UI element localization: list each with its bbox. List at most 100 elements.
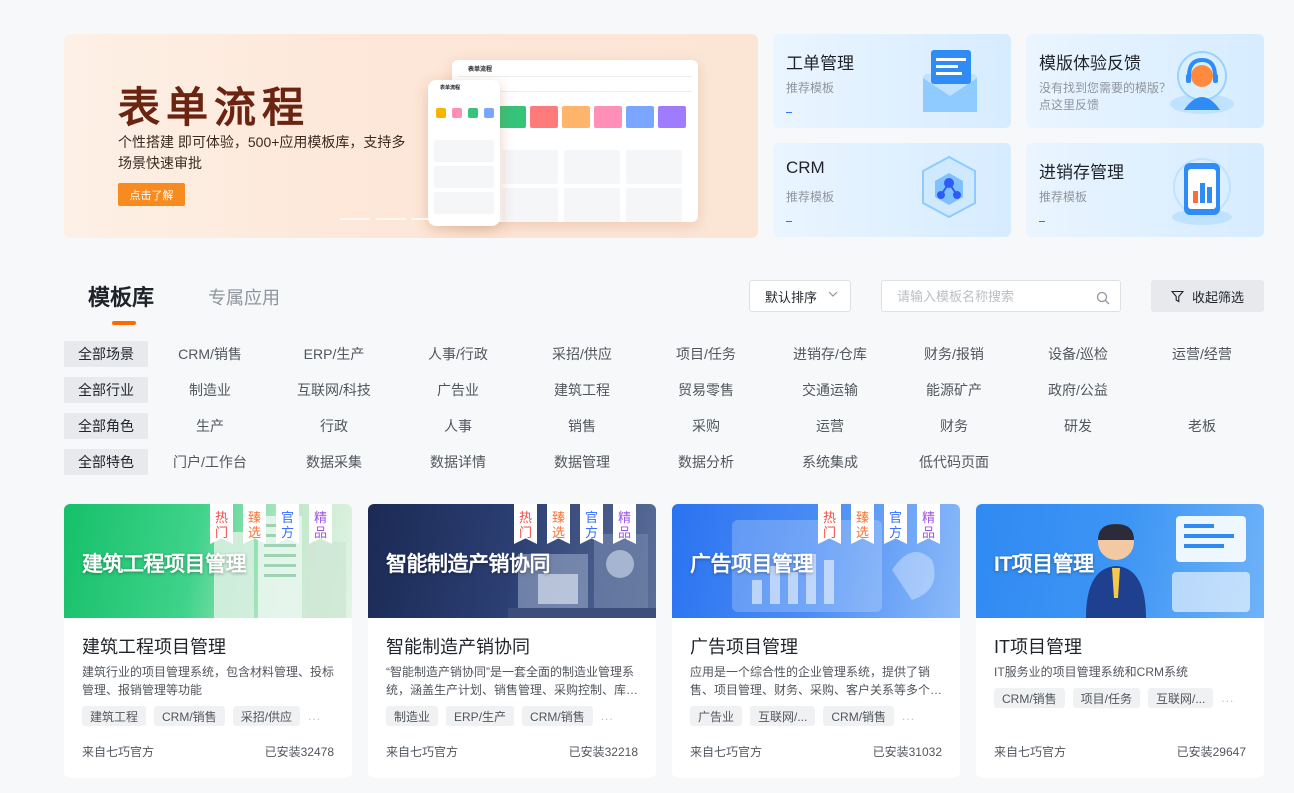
badge-hot: 热门 <box>514 504 537 544</box>
template-tag[interactable]: CRM/销售 <box>154 706 225 726</box>
template-source: 来自七巧官方 <box>690 745 763 759</box>
template-thumbnail-title: 广告项目管理 <box>690 553 814 576</box>
tab-exclusive-apps[interactable]: 专属应用 <box>208 284 280 310</box>
filter-option[interactable]: 数据管理 <box>520 452 644 472</box>
filter-all-roles[interactable]: 全部角色 <box>64 413 148 439</box>
filter-option[interactable]: 交通运输 <box>768 380 892 400</box>
feature-card-template-feedback[interactable]: 模版体验反馈 没有找到您需要的模版？点这里反馈 <box>1026 34 1264 128</box>
filter-option[interactable]: 运营/经营 <box>1140 344 1264 364</box>
filter-option[interactable]: 数据分析 <box>644 452 768 472</box>
filter-option[interactable]: 人事 <box>396 416 520 436</box>
filter-option[interactable]: 生产 <box>148 416 272 436</box>
filter-option[interactable]: 系统集成 <box>768 452 892 472</box>
sort-dropdown[interactable]: 默认排序 <box>749 280 851 312</box>
filter-option[interactable]: 运营 <box>768 416 892 436</box>
template-thumbnail-title: 建筑工程项目管理 <box>82 553 247 576</box>
badge-selected: 臻选 <box>851 504 874 544</box>
feature-card-inventory[interactable]: 进销存管理 推荐模板 <box>1026 143 1264 237</box>
badge-premium: 精品 <box>309 504 332 544</box>
feature-card-crm[interactable]: CRM 推荐模板 <box>773 143 1011 237</box>
filter-option[interactable]: 广告业 <box>396 380 520 400</box>
feature-card-title: 模版体验反馈 <box>1039 54 1141 73</box>
filter-row-role: 全部角色 生产 行政 人事 销售 采购 运营 财务 研发 老板 <box>64 413 1216 439</box>
envelope-card-icon <box>923 50 977 112</box>
filter-all-features[interactable]: 全部特色 <box>64 449 148 475</box>
template-description: “智能制造产销协同”是一套全面的制造业管理系统，涵盖生产计划、销售管理、采购控制… <box>386 665 639 697</box>
filter-option[interactable]: 进销存/仓库 <box>768 344 892 364</box>
feature-card-subtitle: 没有找到您需要的模版？点这里反馈 <box>1039 81 1172 112</box>
filter-option[interactable]: 老板 <box>1140 416 1264 436</box>
filter-option[interactable]: 数据详情 <box>396 452 520 472</box>
badge-hot: 热门 <box>210 504 233 544</box>
feature-card-title: 进销存管理 <box>1039 163 1124 182</box>
filter-option[interactable]: 数据采集 <box>272 452 396 472</box>
filter-option[interactable]: 行政 <box>272 416 396 436</box>
template-card[interactable]: 智能制造产销协同 热门 臻选 官方 精品 智能制造产销协同 “智能制造产销协同”… <box>368 504 656 778</box>
filter-option[interactable]: 制造业 <box>148 380 272 400</box>
filter-option[interactable]: 贸易零售 <box>644 380 768 400</box>
template-tag[interactable]: 互联网/... <box>750 706 816 726</box>
filter-option[interactable]: 采招/供应 <box>520 344 644 364</box>
template-search-box[interactable] <box>881 280 1121 312</box>
filter-option[interactable]: 人事/行政 <box>396 344 520 364</box>
template-tag[interactable]: 广告业 <box>690 706 743 726</box>
template-tag[interactable]: 制造业 <box>386 706 439 726</box>
filter-all-industries[interactable]: 全部行业 <box>64 377 148 403</box>
feature-card-accent-line <box>1039 221 1045 222</box>
filter-option[interactable]: 财务 <box>892 416 1016 436</box>
banner-description: 个性搭建 即可体验，500+应用模板库，支持多场景快速审批 <box>118 134 406 171</box>
chevron-down-icon <box>828 291 838 297</box>
promo-banner[interactable]: 表单流程 个性搭建 即可体验，500+应用模板库，支持多场景快速审批 点击了解 … <box>64 34 758 238</box>
badge-selected: 臻选 <box>243 504 266 544</box>
template-tag[interactable]: ERP/生产 <box>446 706 515 726</box>
template-tag[interactable]: 建筑工程 <box>82 706 147 726</box>
template-tag[interactable]: CRM/销售 <box>994 688 1065 708</box>
filter-option[interactable]: 设备/巡检 <box>1016 344 1140 364</box>
filter-option[interactable]: 互联网/科技 <box>272 380 396 400</box>
template-card[interactable]: 建筑工程项目管理 热门 臻选 官方 精品 建筑工程项目管理 建筑行业的项目管理系… <box>64 504 352 778</box>
more-tags-indicator[interactable]: ... <box>308 709 321 723</box>
more-tags-indicator[interactable]: ... <box>902 709 915 723</box>
support-headset-icon <box>1170 51 1234 114</box>
template-card[interactable]: IT项目管理 IT项目管理 IT服务业的项目管理系统和CRM系统 CRM/销售 … <box>976 504 1264 778</box>
badge-official: 官方 <box>276 504 299 544</box>
template-name: 广告项目管理 <box>690 637 798 657</box>
template-description: 应用是一个综合性的企业管理系统，提供了销售、项目管理、财务、采购、客户关系等多个… <box>690 665 943 697</box>
collapse-filter-button[interactable]: 收起筛选 <box>1151 280 1264 312</box>
banner-title: 表单流程 <box>118 83 311 132</box>
template-source: 来自七巧官方 <box>994 745 1067 759</box>
tab-template-library[interactable]: 模板库 <box>88 280 154 312</box>
filter-option[interactable]: 项目/任务 <box>644 344 768 364</box>
more-tags-indicator[interactable]: ... <box>1221 691 1234 705</box>
template-install-count: 已安装32218 <box>568 745 638 759</box>
filter-option[interactable]: 采购 <box>644 416 768 436</box>
filter-option[interactable]: CRM/销售 <box>148 344 272 364</box>
template-tag[interactable]: 互联网/... <box>1148 688 1214 708</box>
template-tag[interactable]: 采招/供应 <box>232 706 301 726</box>
template-tag[interactable]: 项目/任务 <box>1072 688 1141 708</box>
filter-all-scenes[interactable]: 全部场景 <box>64 341 148 367</box>
filter-option[interactable]: 建筑工程 <box>520 380 644 400</box>
filter-option[interactable]: 能源矿产 <box>892 380 1016 400</box>
template-source: 来自七巧官方 <box>82 745 155 759</box>
filter-option[interactable]: 研发 <box>1016 416 1140 436</box>
template-tag[interactable]: CRM/销售 <box>522 706 593 726</box>
template-tags: 广告业 互联网/... CRM/销售 ... <box>690 706 915 726</box>
filter-option[interactable]: ERP/生产 <box>272 344 396 364</box>
search-input[interactable] <box>882 281 1082 311</box>
more-tags-indicator[interactable]: ... <box>601 709 614 723</box>
feature-card-ticket-management[interactable]: 工单管理 推荐模板 <box>773 34 1011 128</box>
filter-funnel-icon <box>1170 290 1184 302</box>
filter-option[interactable]: 政府/公益 <box>1016 380 1140 400</box>
filter-option[interactable]: 销售 <box>520 416 644 436</box>
badge-premium: 精品 <box>917 504 940 544</box>
filter-option[interactable]: 财务/报销 <box>892 344 1016 364</box>
filter-option[interactable]: 门户/工作台 <box>148 452 272 472</box>
template-tag[interactable]: CRM/销售 <box>823 706 895 726</box>
filter-option[interactable]: 低代码页面 <box>892 452 1016 472</box>
banner-learn-more-button[interactable]: 点击了解 <box>118 183 185 206</box>
template-thumbnail: 建筑工程项目管理 热门 臻选 官方 精品 <box>64 504 352 618</box>
template-card[interactable]: 广告项目管理 热门 臻选 官方 精品 广告项目管理 应用是一个综合性的企业管理系… <box>672 504 960 778</box>
banner-carousel-indicators[interactable] <box>340 218 442 220</box>
search-icon[interactable] <box>1096 291 1110 305</box>
